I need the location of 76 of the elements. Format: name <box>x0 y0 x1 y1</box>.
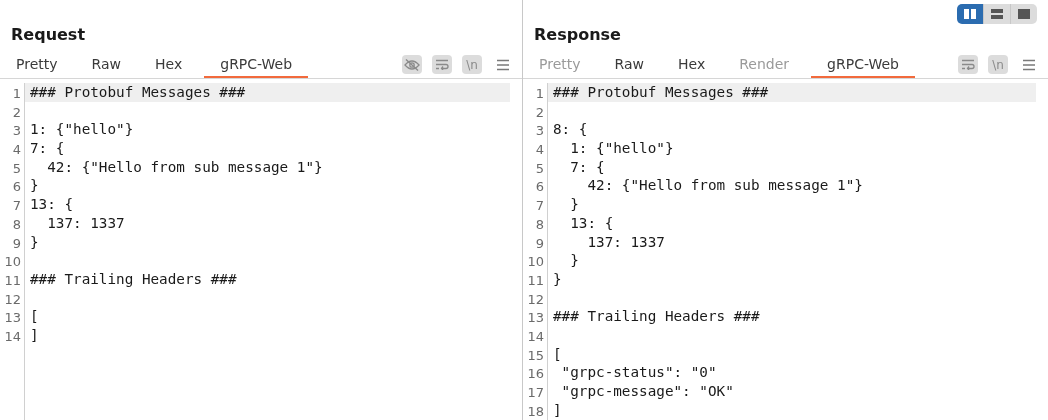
code-line: } <box>569 251 580 270</box>
code-line: 137: 1337 <box>46 213 126 233</box>
code-line: [ <box>552 344 563 364</box>
line-number: 12 <box>526 290 545 308</box>
code-line: 1: {"hello"} <box>29 120 135 140</box>
code-line: 8: { <box>552 120 589 140</box>
rows-icon <box>991 9 1003 19</box>
line-number: 11 <box>3 271 22 289</box>
line-number: 5 <box>11 159 22 177</box>
layout-button[interactable] <box>957 4 983 24</box>
menu-icon[interactable] <box>1022 58 1036 71</box>
code-line: } <box>569 195 580 214</box>
line-number: 1 <box>534 85 545 102</box>
code-line: [ <box>29 307 40 326</box>
code-line: } <box>29 232 40 252</box>
tab[interactable]: gRPC-Web <box>204 56 309 78</box>
tab[interactable]: Raw <box>79 56 133 78</box>
code-line: } <box>29 176 40 196</box>
line-number: 7 <box>534 197 545 214</box>
code-line: } <box>552 269 563 289</box>
line-number: 3 <box>11 122 22 140</box>
tab[interactable]: Raw <box>602 56 656 78</box>
line-number: 15 <box>526 346 545 364</box>
line-number: 3 <box>534 122 545 140</box>
line-number: 12 <box>3 290 22 308</box>
code-line: ] <box>29 325 40 345</box>
line-number: 14 <box>3 327 22 345</box>
code-line: ### Trailing Headers ### <box>552 307 761 326</box>
line-number: 8 <box>534 215 545 233</box>
code-line: 137: 1337 <box>586 232 666 252</box>
line-number: 8 <box>11 215 22 233</box>
line-number: 17 <box>526 384 545 401</box>
menu-icon[interactable] <box>496 58 510 71</box>
tab[interactable]: gRPC-Web <box>811 56 915 78</box>
line-number: 7 <box>11 197 22 214</box>
columns-icon <box>964 9 976 19</box>
wrap-button[interactable] <box>432 55 452 74</box>
line-number: 16 <box>526 365 545 382</box>
line-number: 13 <box>3 309 22 326</box>
line-number: 18 <box>526 402 545 420</box>
code-line: 13: { <box>29 195 75 214</box>
hide-button[interactable] <box>402 55 422 74</box>
code-line: 7: { <box>569 157 606 177</box>
code-line: "grpc-status": "0" <box>560 363 718 382</box>
line-number: 11 <box>526 271 545 289</box>
line-number: 4 <box>11 141 22 158</box>
layout-button[interactable] <box>1010 4 1037 24</box>
line-number: 6 <box>11 178 22 196</box>
tab[interactable]: Pretty <box>4 56 70 78</box>
tab[interactable]: Hex <box>143 56 195 78</box>
line-number: 9 <box>534 234 545 252</box>
line-number: 1 <box>11 85 22 102</box>
code-line: ### Trailing Headers ### <box>29 269 238 289</box>
wrap-button[interactable] <box>958 55 978 74</box>
line-number: 10 <box>526 253 545 270</box>
square-icon <box>1018 9 1030 19</box>
pane-title: Response <box>534 25 621 46</box>
layout-button[interactable] <box>983 4 1010 24</box>
code-line: 42: {"Hello from sub message 1"} <box>46 157 324 177</box>
line-number: 2 <box>11 103 22 121</box>
tab[interactable]: Hex <box>666 56 718 78</box>
code-line: 13: { <box>569 213 615 233</box>
code-line: ] <box>552 400 563 420</box>
code-line: "grpc-message": "OK" <box>560 382 735 401</box>
line-number: 4 <box>534 141 545 158</box>
code-line: 7: { <box>29 139 66 158</box>
code-line: 1: {"hello"} <box>569 139 675 158</box>
line-number: 10 <box>3 253 22 270</box>
line-number: 13 <box>526 309 545 326</box>
line-number: 9 <box>11 234 22 252</box>
pane-title: Request <box>11 25 86 46</box>
line-number: 2 <box>534 103 545 121</box>
line-number: 5 <box>534 159 545 177</box>
line-number: 6 <box>534 178 545 196</box>
code-line: 42: {"Hello from sub message 1"} <box>586 176 864 196</box>
line-number: 14 <box>526 327 545 345</box>
